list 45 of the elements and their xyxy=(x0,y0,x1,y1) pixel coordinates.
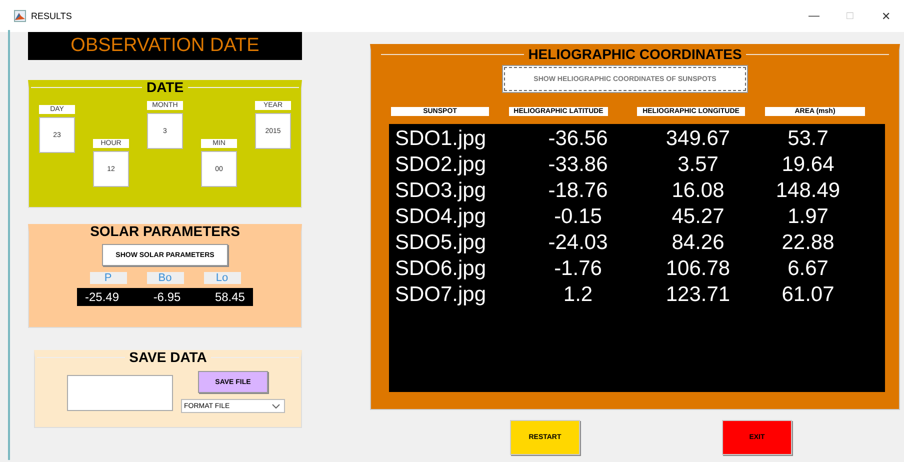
parameter-value: -6.95 xyxy=(153,290,181,304)
table-cell-text: 19.64 xyxy=(780,153,836,177)
parameter-label: P xyxy=(90,272,126,284)
table-cell-text: -1.76 xyxy=(553,257,603,281)
window-title: RESULTS xyxy=(31,11,72,21)
table-cell-text: 16.08 xyxy=(670,179,726,203)
table-cell-text: 6.67 xyxy=(786,257,830,281)
table-cell-text: -24.03 xyxy=(547,231,609,255)
table-cell-text: SDO7.jpg xyxy=(394,283,488,307)
table-cell-text: SDO4.jpg xyxy=(394,205,488,229)
table-cell-text: 22.88 xyxy=(780,231,836,255)
table-cell-text: -18.76 xyxy=(547,179,609,203)
table-cell-text: 84.26 xyxy=(670,231,726,255)
caret-icon xyxy=(272,404,280,408)
observation-date-header: OBSERVATION DATE xyxy=(28,32,302,60)
parameter-label: Bo xyxy=(146,272,184,284)
panel-title: SAVE DATA xyxy=(129,349,207,365)
table-cell-text: 123.71 xyxy=(664,283,732,307)
table-cell-text: 148.49 xyxy=(774,179,842,203)
table-cell-text: 349.67 xyxy=(664,127,732,151)
table-cell-text: 53.7 xyxy=(786,127,830,151)
table-cell-text: 61.07 xyxy=(780,283,836,307)
table-cell-text: 3.57 xyxy=(676,153,720,177)
table-cell-text: SDO1.jpg xyxy=(394,127,488,151)
parameter-value: -25.49 xyxy=(85,290,120,304)
table-cell-text: 106.78 xyxy=(664,257,732,281)
table-cell-text: SDO2.jpg xyxy=(394,153,488,177)
window-control[interactable]: — xyxy=(796,10,832,22)
table-cell-text: 1.2 xyxy=(562,283,594,307)
table-cell-text: SDO5.jpg xyxy=(394,231,488,255)
panel-title: DATE xyxy=(146,79,184,95)
parameter-label: Lo xyxy=(204,272,240,284)
panel-title: HELIOGRAPHIC COORDINATES xyxy=(528,46,742,62)
table-cell-text: -33.86 xyxy=(547,153,609,177)
panel-title: SOLAR PARAMETERS xyxy=(90,223,240,239)
table-cell-text: -36.56 xyxy=(547,127,609,151)
table-cell-text: SDO3.jpg xyxy=(394,179,488,203)
window-control[interactable]: ✕ xyxy=(868,10,904,22)
table-cell-text: -0.15 xyxy=(553,205,603,229)
table-cell-text: 1.97 xyxy=(786,205,830,229)
app-icon xyxy=(14,10,26,22)
parameter-value: 58.45 xyxy=(214,290,245,304)
table-cell-text: SDO6.jpg xyxy=(394,257,488,281)
file-name-field[interactable] xyxy=(67,375,173,411)
table-cell-text: 45.27 xyxy=(670,205,726,229)
